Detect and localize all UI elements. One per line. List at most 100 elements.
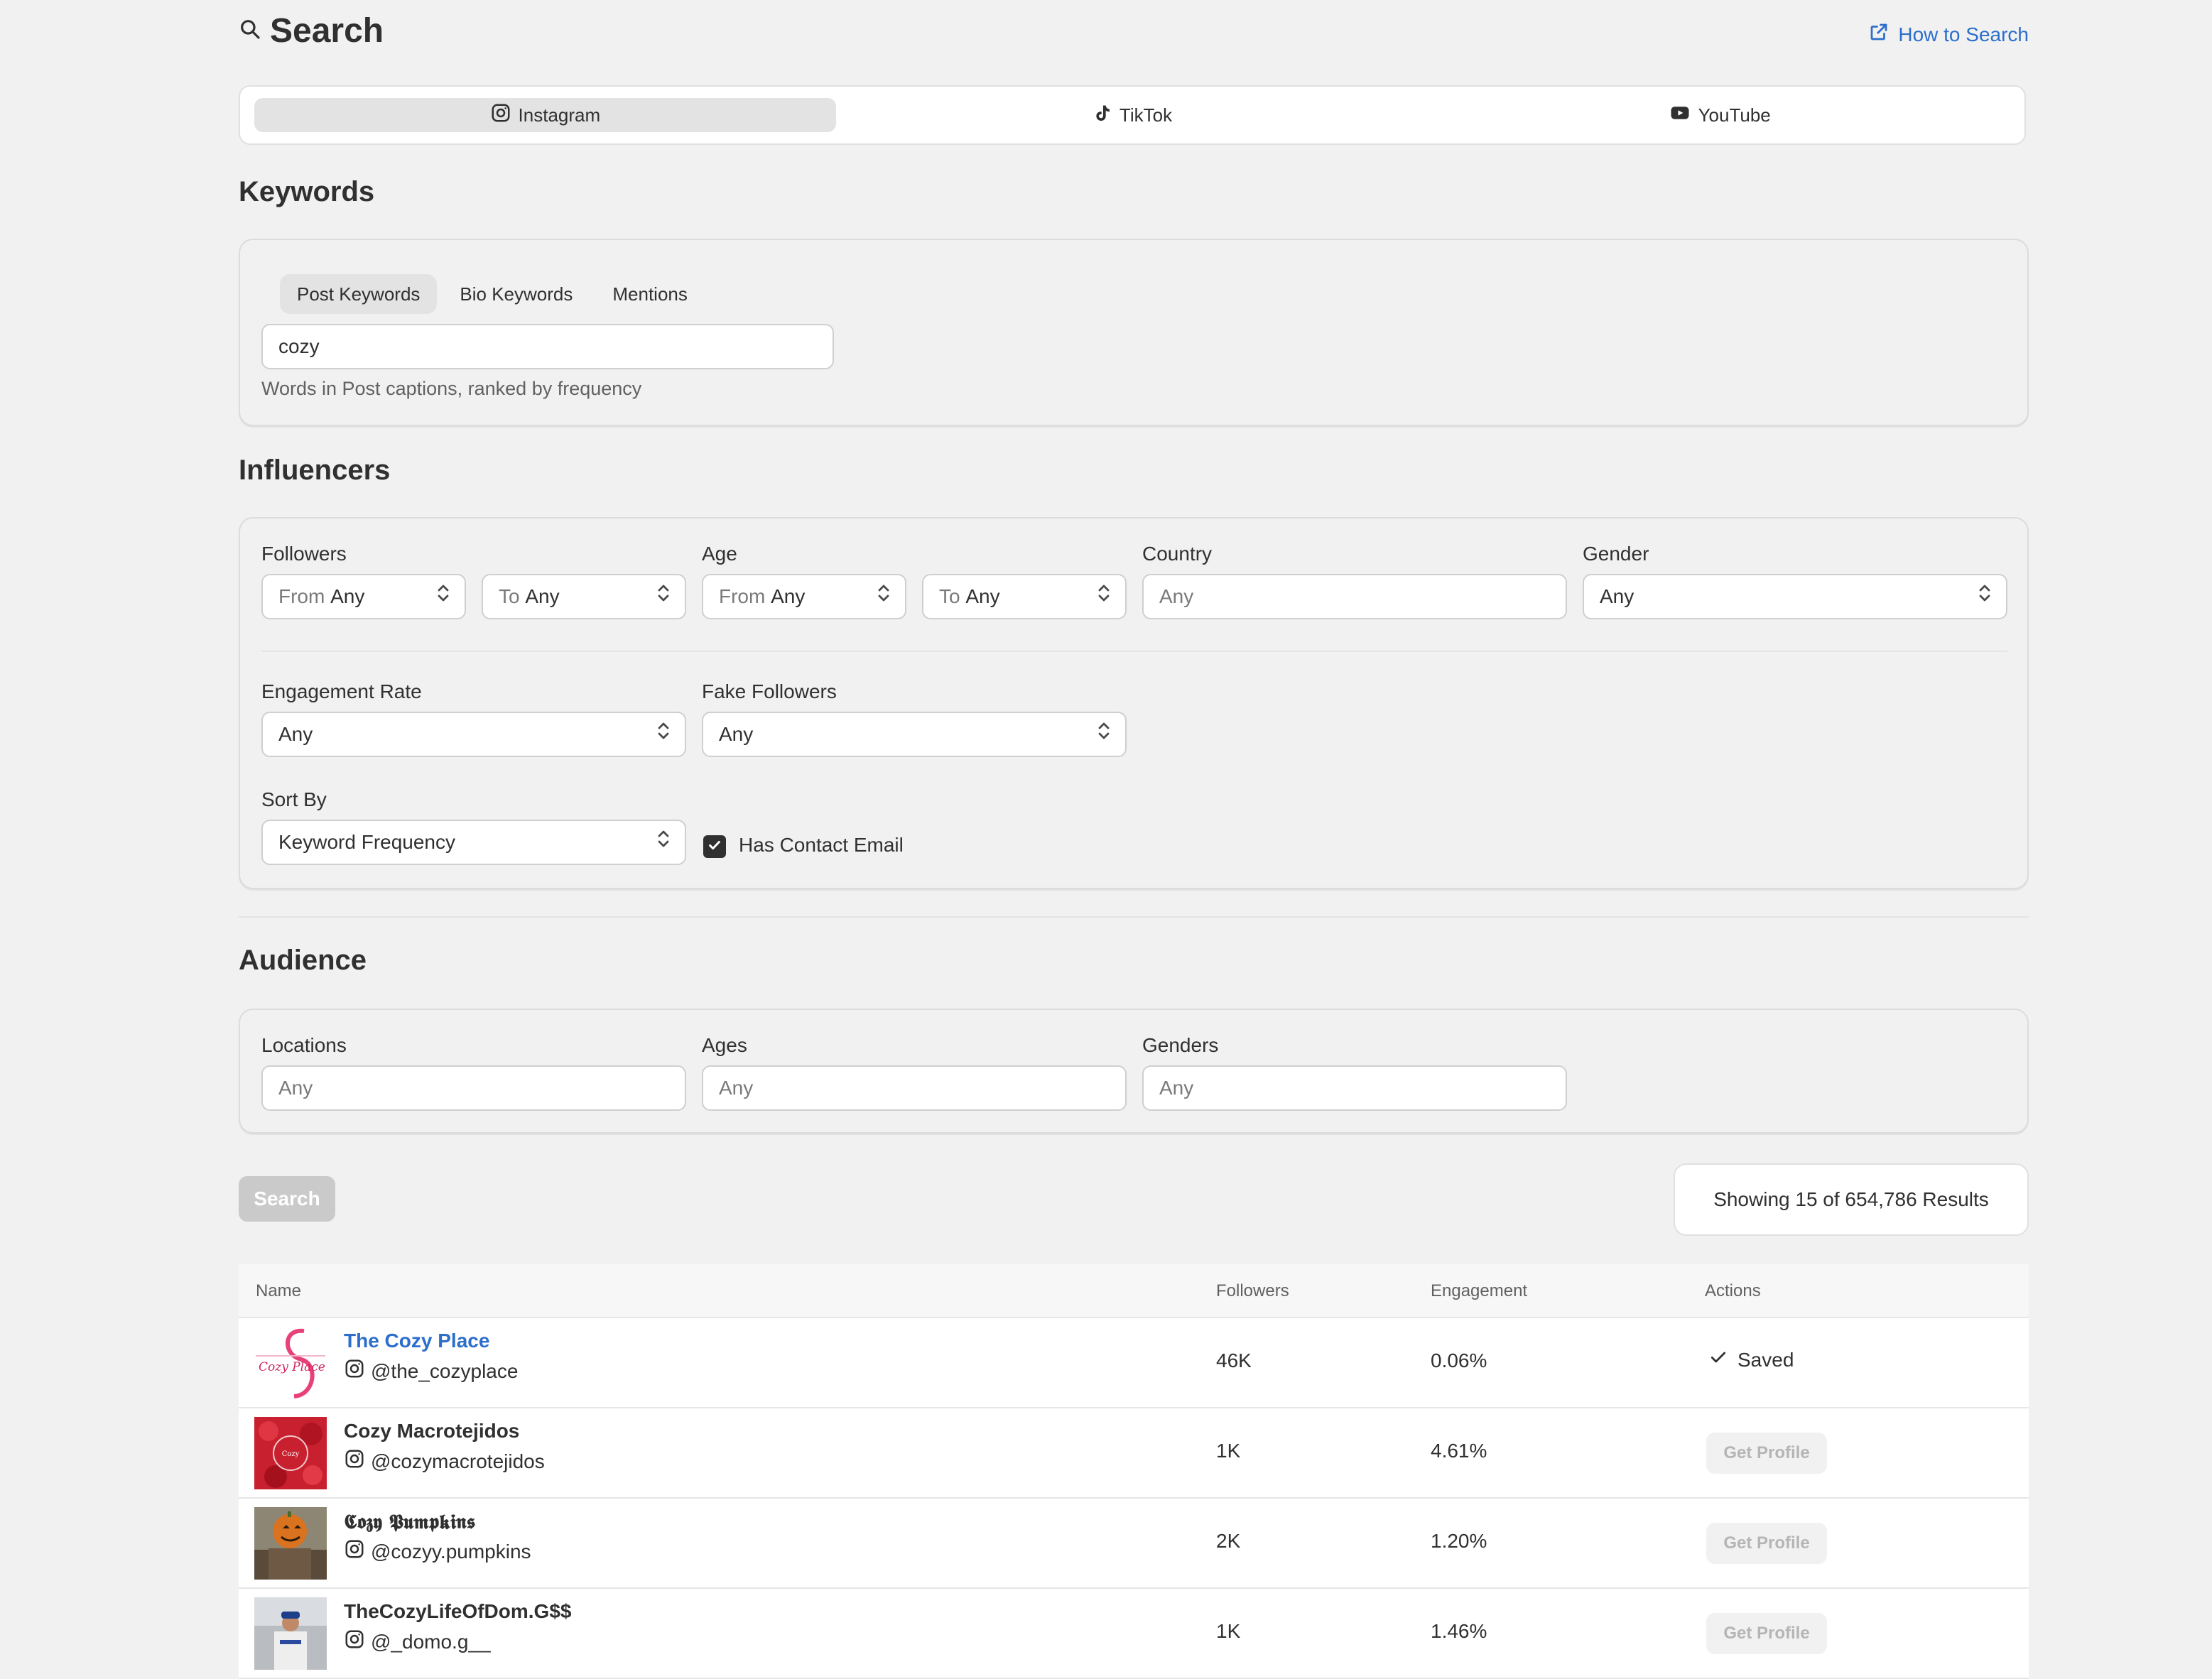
age-to-select[interactable]: To Any (922, 574, 1127, 619)
has-contact-email-label[interactable]: Has Contact Email (739, 834, 904, 857)
chevron-up-down-icon (656, 575, 671, 618)
sort-by-select[interactable]: Keyword Frequency (261, 820, 686, 865)
locations-input[interactable]: Any (261, 1065, 686, 1111)
how-to-search-label: How to Search (1898, 23, 2029, 45)
table-row[interactable]: 𝕮𝖔𝖟𝖞 𝕻𝖚𝖒𝖕𝖐𝖎𝖓𝖘 @cozyy.pumpkins 2K 1.20% G… (239, 1499, 2029, 1589)
tab-tiktok[interactable]: TikTok (842, 98, 1424, 132)
column-actions: Actions (1705, 1281, 1761, 1300)
followers-to-value: Any (525, 585, 560, 607)
how-to-search-link[interactable]: How to Search (1868, 21, 2029, 48)
country-label: Country (1142, 543, 1213, 565)
results-table: Name Followers Engagement Actions Cozy P… (239, 1264, 2029, 1679)
saved-label: Saved (1737, 1348, 1794, 1371)
country-placeholder: Any (1159, 585, 1194, 607)
audience-card: Locations Any Ages Any Genders Any (239, 1009, 2029, 1134)
influencer-name[interactable]: Cozy Macrotejidos (344, 1420, 519, 1442)
chevron-up-down-icon (436, 575, 450, 618)
column-name[interactable]: Name (256, 1281, 301, 1301)
tab-tiktok-label: TikTok (1119, 104, 1173, 126)
instagram-icon (344, 1538, 365, 1565)
gender-label: Gender (1583, 543, 1649, 565)
genders-input[interactable]: Any (1142, 1065, 1567, 1111)
avatar (254, 1597, 327, 1670)
chevron-up-down-icon (1097, 575, 1111, 618)
saved-status: Saved (1709, 1348, 1794, 1371)
table-row[interactable]: Cozy Place The Cozy Place @the_cozyplace… (239, 1318, 2029, 1408)
gender-value: Any (1600, 585, 1634, 607)
gender-select[interactable]: Any (1583, 574, 2007, 619)
tab-youtube-label: YouTube (1698, 104, 1771, 126)
instagram-icon (344, 1448, 365, 1474)
influencer-name[interactable]: TheCozyLifeOfDom.G$$ (344, 1600, 571, 1623)
keywords-heading: Keywords (239, 176, 375, 207)
engagement-cell: 0.06% (1431, 1349, 1487, 1371)
age-from-prefix: From (719, 585, 766, 607)
instagram-icon (344, 1629, 365, 1655)
tab-youtube[interactable]: YouTube (1428, 98, 2010, 132)
table-row[interactable]: Cozy Cozy Macrotejidos @cozymacrotejidos… (239, 1408, 2029, 1499)
fake-followers-select[interactable]: Any (702, 712, 1127, 757)
svg-text:Cozy: Cozy (282, 1450, 300, 1458)
tab-mentions[interactable]: Mentions (595, 274, 705, 314)
column-engagement[interactable]: Engagement (1431, 1281, 1527, 1301)
country-input[interactable]: Any (1142, 574, 1567, 619)
search-button[interactable]: Search (239, 1176, 335, 1222)
get-profile-button[interactable]: Get Profile (1706, 1433, 1827, 1474)
tab-bio-keywords[interactable]: Bio Keywords (443, 274, 590, 314)
keyword-input[interactable]: cozy (261, 324, 834, 369)
influencer-name[interactable]: 𝕮𝖔𝖟𝖞 𝕻𝖚𝖒𝖕𝖐𝖎𝖓𝖘 (344, 1510, 475, 1534)
engagement-cell: 1.46% (1431, 1620, 1487, 1642)
table-row[interactable]: TheCozyLifeOfDom.G$$ @_domo.g__ 1K 1.46%… (239, 1589, 2029, 1679)
influencers-heading: Influencers (239, 455, 391, 486)
engagement-rate-value: Any (278, 723, 313, 745)
fake-followers-value: Any (719, 723, 754, 745)
tiktok-icon (1093, 102, 1112, 129)
checkmark-icon (707, 837, 722, 857)
get-profile-button[interactable]: Get Profile (1706, 1613, 1827, 1654)
followers-to-prefix: To (499, 585, 520, 607)
ages-label: Ages (702, 1034, 747, 1056)
keyword-help-text: Words in Post captions, ranked by freque… (261, 378, 642, 399)
followers-cell: 1K (1216, 1440, 1241, 1462)
audience-heading: Audience (239, 945, 367, 976)
followers-cell: 1K (1216, 1620, 1241, 1642)
platform-tabs: Instagram TikTok YouTube (239, 85, 2026, 145)
influencer-handle: @cozyy.pumpkins (344, 1538, 531, 1565)
engagement-rate-select[interactable]: Any (261, 712, 686, 757)
influencer-handle: @the_cozyplace (344, 1358, 518, 1384)
influencer-handle: @cozymacrotejidos (344, 1448, 545, 1474)
handle-text: @cozyy.pumpkins (371, 1540, 531, 1563)
genders-placeholder: Any (1159, 1077, 1194, 1099)
svg-text:Cozy Place: Cozy Place (259, 1360, 325, 1374)
column-followers[interactable]: Followers (1216, 1281, 1289, 1301)
followers-from-value: Any (330, 585, 365, 607)
engagement-rate-label: Engagement Rate (261, 680, 422, 702)
get-profile-button[interactable]: Get Profile (1706, 1523, 1827, 1564)
instagram-icon (344, 1358, 365, 1384)
fake-followers-label: Fake Followers (702, 680, 837, 702)
checkmark-icon (1709, 1348, 1728, 1371)
youtube-icon (1669, 102, 1691, 129)
age-from-select[interactable]: From Any (702, 574, 906, 619)
influencer-name-link[interactable]: The Cozy Place (344, 1330, 489, 1352)
age-from-value: Any (771, 585, 806, 607)
chevron-up-down-icon (1097, 713, 1111, 756)
handle-text: @_domo.g__ (371, 1630, 491, 1653)
has-contact-email-checkbox[interactable] (703, 835, 726, 858)
tab-post-keywords[interactable]: Post Keywords (280, 274, 438, 314)
handle-text: @the_cozyplace (371, 1359, 519, 1382)
tab-instagram[interactable]: Instagram (254, 98, 836, 132)
locations-placeholder: Any (278, 1077, 313, 1099)
followers-label: Followers (261, 543, 347, 565)
ages-input[interactable]: Any (702, 1065, 1127, 1111)
avatar: Cozy (254, 1417, 327, 1489)
age-to-prefix: To (939, 585, 960, 607)
locations-label: Locations (261, 1034, 347, 1056)
followers-from-select[interactable]: From Any (261, 574, 466, 619)
section-divider (239, 916, 2029, 918)
followers-to-select[interactable]: To Any (482, 574, 686, 619)
tab-instagram-label: Instagram (518, 104, 601, 126)
engagement-cell: 1.20% (1431, 1530, 1487, 1552)
handle-text: @cozymacrotejidos (371, 1450, 545, 1472)
keywords-card: Post Keywords Bio Keywords Mentions cozy… (239, 239, 2029, 426)
